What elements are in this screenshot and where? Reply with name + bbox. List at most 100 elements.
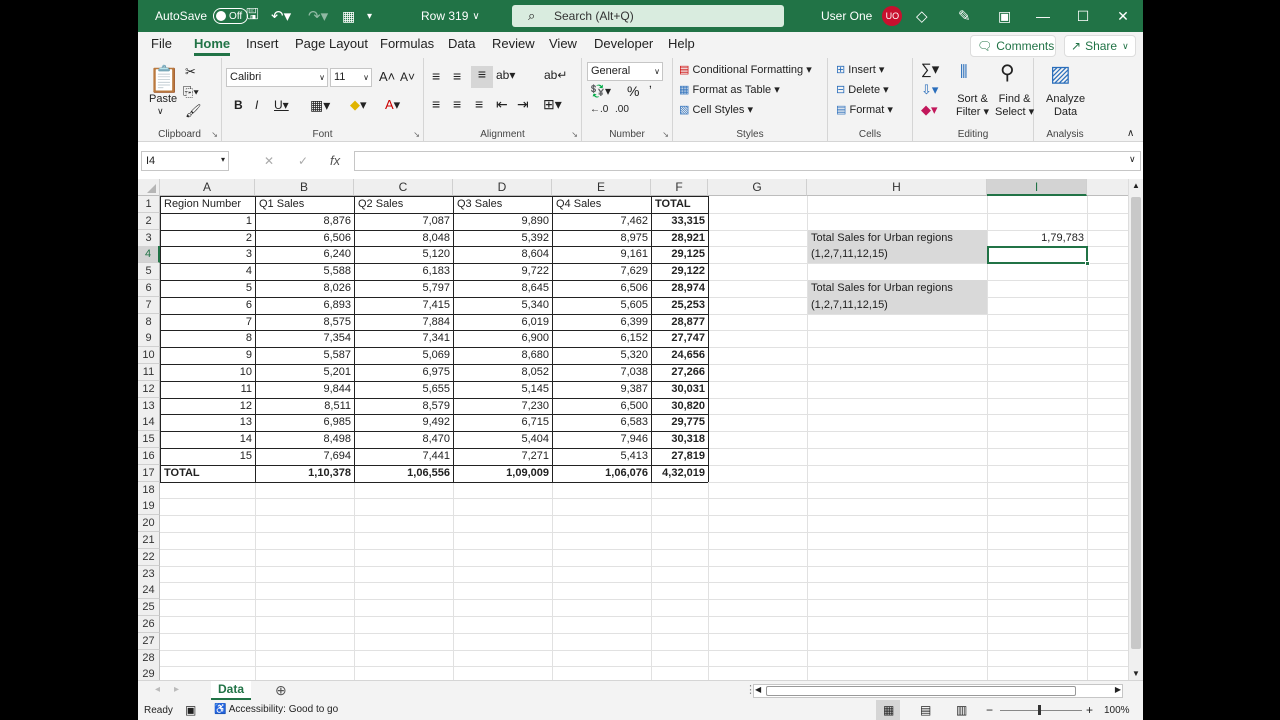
- header-cell[interactable]: Region Number: [161, 196, 255, 213]
- undo-icon[interactable]: ↶▾: [271, 0, 291, 32]
- table-cell[interactable]: 5,605: [553, 297, 651, 314]
- maximize-icon[interactable]: ☐: [1063, 0, 1103, 32]
- diamond-icon[interactable]: ◇: [916, 0, 928, 32]
- header-cell[interactable]: Q2 Sales: [355, 196, 453, 213]
- zoom-slider[interactable]: [1000, 710, 1082, 711]
- table-cell[interactable]: 7,230: [454, 398, 552, 415]
- ribbon-display-icon[interactable]: ▣: [998, 0, 1011, 32]
- total-cell[interactable]: TOTAL: [161, 465, 255, 482]
- merge-center-icon[interactable]: ⊞▾: [543, 96, 562, 113]
- table-cell[interactable]: 6,500: [553, 398, 651, 415]
- table-cell[interactable]: 4: [161, 263, 255, 280]
- table-cell[interactable]: 8,975: [553, 230, 651, 247]
- redo-icon[interactable]: ↷▾: [308, 0, 328, 32]
- align-bottom-icon[interactable]: ≡: [471, 66, 493, 88]
- table-cell[interactable]: 5,145: [454, 381, 552, 398]
- column-header-d[interactable]: D: [453, 179, 552, 196]
- table-cell[interactable]: 6,975: [355, 364, 453, 381]
- table-cell[interactable]: 7,087: [355, 213, 453, 230]
- table-cell[interactable]: 5,587: [256, 347, 354, 364]
- borders-icon[interactable]: ▦▾: [310, 97, 330, 114]
- comments-button[interactable]: 🗨 Comments: [970, 35, 1056, 57]
- table-cell[interactable]: 8,876: [256, 213, 354, 230]
- summary-label-2[interactable]: Total Sales for Urban regions: [808, 280, 987, 297]
- horizontal-scroll-thumb[interactable]: [766, 686, 1076, 696]
- row-header-1[interactable]: 1: [138, 196, 160, 213]
- table-cell[interactable]: 9,492: [355, 414, 453, 431]
- header-cell[interactable]: Q4 Sales: [553, 196, 651, 213]
- table-cell[interactable]: 7,271: [454, 448, 552, 465]
- table-cell[interactable]: 30,820: [652, 398, 708, 415]
- search-box[interactable]: ⌕ Search (Alt+Q): [512, 5, 784, 27]
- sort-filter-icon[interactable]: ⫴: [960, 62, 968, 83]
- delete-cells-button[interactable]: ⊟ Delete ▾: [836, 83, 889, 96]
- clear-icon[interactable]: ◆▾: [921, 102, 938, 118]
- row-header-21[interactable]: 21: [138, 532, 160, 549]
- paste-icon[interactable]: 📋: [148, 64, 180, 95]
- share-button[interactable]: ↗ Share ∨: [1064, 35, 1136, 57]
- chevron-down-icon[interactable]: ∨: [157, 106, 164, 117]
- table-cell[interactable]: 7,462: [553, 213, 651, 230]
- row-header-8[interactable]: 8: [138, 313, 160, 331]
- scroll-right-icon[interactable]: ▶: [1115, 685, 1121, 694]
- table-cell[interactable]: 10: [161, 364, 255, 381]
- row-header-6[interactable]: 6: [138, 280, 160, 297]
- align-left-icon[interactable]: ≡: [432, 96, 440, 112]
- dialog-launcher-icon[interactable]: ↘: [211, 130, 218, 139]
- analyze-data-button[interactable]: Analyze Data: [1046, 93, 1085, 119]
- table-cell[interactable]: 27,266: [652, 364, 708, 381]
- add-sheet-icon[interactable]: ⊕: [275, 682, 287, 699]
- font-size-select[interactable]: 11 ∨: [330, 68, 372, 87]
- table-cell[interactable]: 1: [161, 213, 255, 230]
- table-cell[interactable]: 6,152: [553, 330, 651, 347]
- summary-value-1[interactable]: 1,79,783: [988, 230, 1087, 247]
- collapse-ribbon-icon[interactable]: ∧: [1127, 128, 1134, 139]
- tab-view[interactable]: View: [549, 36, 577, 51]
- expand-formula-icon[interactable]: ∨: [1129, 154, 1136, 165]
- dialog-launcher-icon[interactable]: ↘: [662, 130, 669, 139]
- row-header-13[interactable]: 13: [138, 397, 160, 415]
- column-header-c[interactable]: C: [354, 179, 453, 196]
- table-cell[interactable]: 5,392: [454, 230, 552, 247]
- table-cell[interactable]: 7,441: [355, 448, 453, 465]
- table-cell[interactable]: 5,588: [256, 263, 354, 280]
- autosum-icon[interactable]: ∑▾: [921, 60, 939, 78]
- row-header-29[interactable]: 29: [138, 666, 160, 680]
- table-cell[interactable]: 6,019: [454, 314, 552, 331]
- tab-developer[interactable]: Developer: [594, 36, 653, 51]
- row-header-18[interactable]: 18: [138, 481, 160, 499]
- table-cell[interactable]: 7,946: [553, 431, 651, 448]
- table-cell[interactable]: 7: [161, 314, 255, 331]
- table-cell[interactable]: 9: [161, 347, 255, 364]
- row-header-20[interactable]: 20: [138, 515, 160, 533]
- sort-filter-button[interactable]: Sort & Filter ▾: [956, 93, 989, 119]
- table-cell[interactable]: 5,404: [454, 431, 552, 448]
- column-header-b[interactable]: B: [255, 179, 354, 196]
- table-cell[interactable]: 8,026: [256, 280, 354, 297]
- table-cell[interactable]: 9,722: [454, 263, 552, 280]
- row-header-3[interactable]: 3: [138, 229, 160, 247]
- row-header-22[interactable]: 22: [138, 548, 160, 566]
- decrease-decimal-icon[interactable]: .00: [615, 104, 629, 115]
- table-cell[interactable]: 24,656: [652, 347, 708, 364]
- row-header-28[interactable]: 28: [138, 649, 160, 667]
- fill-color-icon[interactable]: ◆▾: [350, 97, 367, 113]
- format-cells-button[interactable]: ▤ Format ▾: [836, 103, 893, 116]
- table-cell[interactable]: 8,052: [454, 364, 552, 381]
- summary-label-1[interactable]: Total Sales for Urban regions: [808, 230, 987, 247]
- macro-record-icon[interactable]: ▣: [185, 703, 196, 717]
- table-cell[interactable]: 14: [161, 431, 255, 448]
- column-header-h[interactable]: H: [807, 179, 987, 196]
- horizontal-scrollbar[interactable]: ◀ ▶: [753, 684, 1123, 698]
- table-cell[interactable]: 9,890: [454, 213, 552, 230]
- table-cell[interactable]: 25,253: [652, 297, 708, 314]
- table-cell[interactable]: 29,125: [652, 246, 708, 263]
- table-cell[interactable]: 8,575: [256, 314, 354, 331]
- table-cell[interactable]: 8,498: [256, 431, 354, 448]
- scroll-down-icon[interactable]: ▼: [1132, 669, 1140, 678]
- table-cell[interactable]: 7,694: [256, 448, 354, 465]
- table-cell[interactable]: 6,183: [355, 263, 453, 280]
- table-cell[interactable]: 33,315: [652, 213, 708, 230]
- format-painter-icon[interactable]: 🖌: [185, 103, 202, 119]
- percent-icon[interactable]: %: [627, 83, 639, 99]
